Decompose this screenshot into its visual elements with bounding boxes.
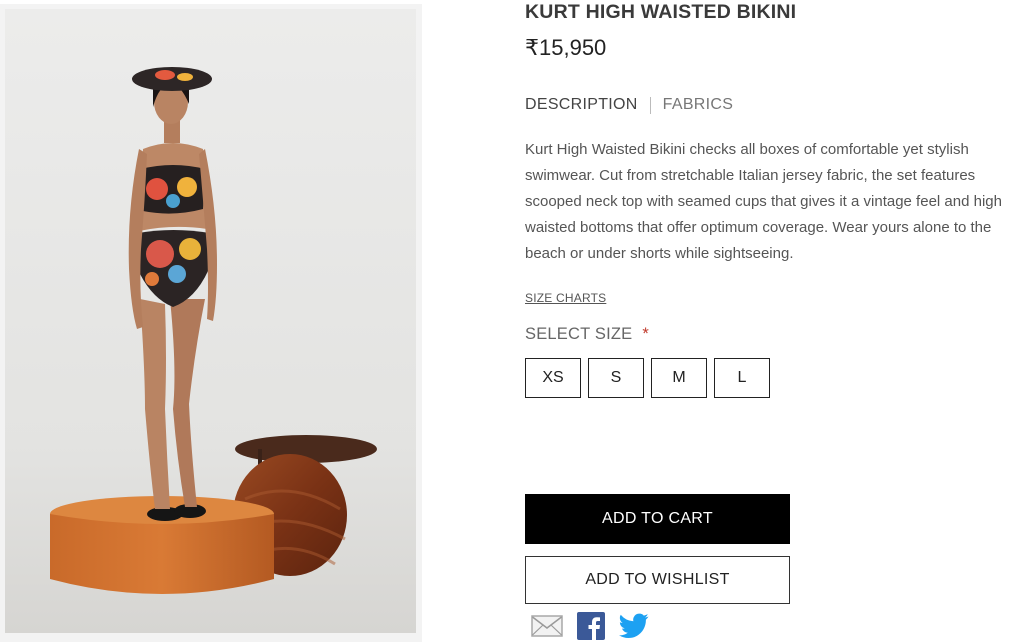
product-description: Kurt High Waisted Bikini checks all boxe… [525,141,1002,262]
tab-description[interactable]: DESCRIPTION [525,96,638,114]
add-to-wishlist-button[interactable]: ADD TO WISHLIST [525,556,790,604]
mail-icon[interactable] [531,614,563,642]
size-charts-link[interactable]: SIZE CHARTS [525,291,606,305]
detail-tabs: DESCRIPTION FABRICS [525,96,733,114]
product-title: KURT HIGH WAISTED BIKINI [525,1,797,23]
size-option-s[interactable]: S [588,358,644,398]
tab-fabrics[interactable]: FABRICS [663,96,734,114]
size-option-l[interactable]: L [714,358,770,398]
required-marker: * [642,325,649,343]
size-option-xs[interactable]: XS [525,358,581,398]
size-option-m[interactable]: M [651,358,707,398]
size-options: XS S M L [525,358,770,398]
share-icons [531,612,649,642]
select-size-text: SELECT SIZE [525,325,633,343]
tab-divider [649,96,651,114]
product-image[interactable] [5,9,416,633]
add-to-cart-button[interactable]: ADD TO CART [525,494,790,544]
twitter-icon[interactable] [619,613,649,642]
product-image-frame [0,4,422,642]
product-price: ₹15,950 [525,35,607,60]
select-size-label: SELECT SIZE * [525,325,649,344]
facebook-icon[interactable] [577,612,605,642]
